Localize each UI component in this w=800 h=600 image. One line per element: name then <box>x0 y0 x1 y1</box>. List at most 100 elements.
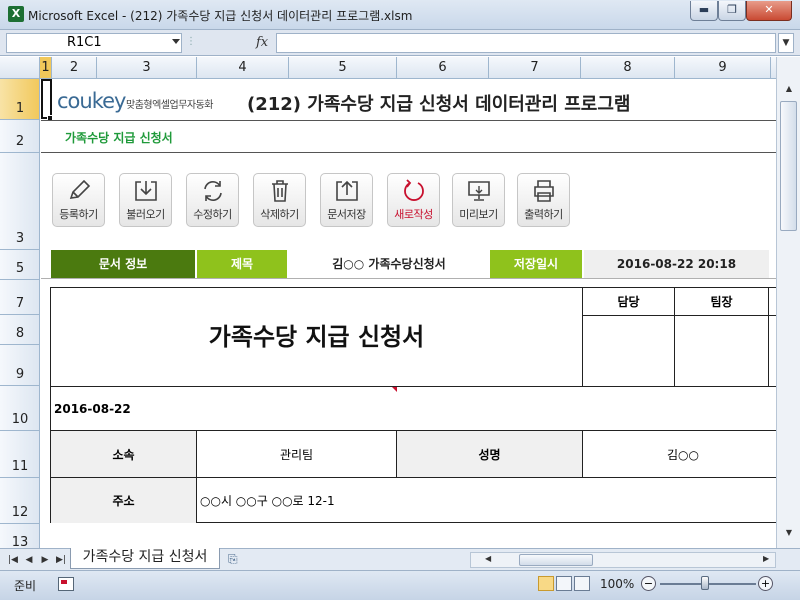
new-document-button[interactable]: 새로작성 <box>387 173 440 227</box>
prev-sheet-icon[interactable]: ◀ <box>22 553 36 567</box>
title-value[interactable]: 김○○ 가족수당신청서 <box>289 250 489 278</box>
row-header[interactable]: 2 <box>0 120 39 153</box>
form-date[interactable]: 2016-08-22 <box>51 386 776 431</box>
approval-box: 담당 팀장 <box>583 288 776 386</box>
vertical-scroll-thumb[interactable] <box>780 101 797 231</box>
row-header[interactable]: 9 <box>0 345 39 386</box>
approval-sign-staff[interactable] <box>583 316 675 386</box>
expand-formula-bar-icon[interactable]: ▼ <box>778 33 794 53</box>
form-row: 소속 관리팀 성명 김○○ <box>51 431 776 478</box>
column-header[interactable]: 5 <box>289 57 397 78</box>
worksheet-grid[interactable]: coukey 맞춤형엑셀업무자동화 (212) 가족수당 지급 신청서 데이터관… <box>41 79 776 548</box>
maximize-button[interactable]: ❐ <box>718 1 746 21</box>
dept-value[interactable]: 관리팀 <box>197 431 397 477</box>
horizontal-scrollbar[interactable]: ◀ ▶ <box>470 552 776 568</box>
insert-function-icon[interactable]: fx <box>256 35 268 50</box>
status-ready: 준비 <box>14 579 37 593</box>
save-document-button[interactable]: 문서저장 <box>320 173 373 227</box>
scroll-left-icon[interactable]: ◀ <box>485 554 491 563</box>
monitor-icon <box>468 181 490 201</box>
scroll-up-icon[interactable]: ▲ <box>781 81 797 97</box>
approval-sign-manager[interactable] <box>675 316 769 386</box>
register-button[interactable]: 등록하기 <box>52 173 105 227</box>
select-all-corner[interactable] <box>0 57 40 78</box>
normal-view-icon[interactable] <box>538 576 554 591</box>
row-header[interactable]: 3 <box>0 153 39 250</box>
name-box[interactable]: R1C1 <box>6 33 182 53</box>
pencil-icon <box>69 179 91 199</box>
page-layout-view-icon[interactable] <box>556 576 572 591</box>
doc-info-heading: 문서 정보 <box>51 250 195 278</box>
horizontal-scroll-thumb[interactable] <box>519 554 593 566</box>
column-header[interactable]: 7 <box>489 57 581 78</box>
delete-button[interactable]: 삭제하기 <box>253 173 306 227</box>
scroll-down-icon[interactable]: ▼ <box>781 525 797 541</box>
row-header[interactable]: 7 <box>0 280 39 315</box>
zoom-level[interactable]: 100% <box>600 577 634 591</box>
scroll-right-icon[interactable]: ▶ <box>763 554 769 563</box>
macro-record-icon[interactable] <box>58 577 74 591</box>
column-header[interactable]: 4 <box>197 57 289 78</box>
form-row: 주소 ○○시 ○○구 ○○로 12-1 <box>51 478 776 523</box>
address-value[interactable]: ○○시 ○○구 ○○로 12-1 <box>197 478 776 523</box>
name-value[interactable]: 김○○ <box>583 431 776 477</box>
preview-button[interactable]: 미리보기 <box>452 173 505 227</box>
sheet-subtitle: 가족수당 지급 신청서 <box>65 131 173 145</box>
button-label: 등록하기 <box>59 208 98 221</box>
next-sheet-icon[interactable]: ▶ <box>38 553 52 567</box>
column-header[interactable]: 9 <box>675 57 771 78</box>
last-sheet-icon[interactable]: ▶| <box>54 553 68 567</box>
approval-sign-extra[interactable] <box>769 316 776 386</box>
row-header[interactable]: 11 <box>0 431 39 478</box>
close-button[interactable]: ✕ <box>746 1 792 21</box>
button-label: 출력하기 <box>524 208 563 221</box>
brand-logo: coukey <box>57 89 126 113</box>
column-header[interactable]: 1 <box>40 57 52 78</box>
trash-icon <box>272 180 288 202</box>
row-header[interactable]: 8 <box>0 315 39 345</box>
active-cell-cursor[interactable] <box>41 79 52 119</box>
chevron-down-icon[interactable] <box>172 39 180 44</box>
excel-app-icon[interactable]: X <box>8 6 24 22</box>
formula-input[interactable] <box>276 33 776 53</box>
load-button[interactable]: 불러오기 <box>119 173 172 227</box>
window-title: Microsoft Excel - (212) 가족수당 지급 신청서 데이터관… <box>28 9 413 23</box>
button-label: 불러오기 <box>126 208 165 221</box>
new-doc-icon <box>404 179 424 201</box>
sheet-tab-active[interactable]: 가족수당 지급 신청서 <box>70 548 220 569</box>
refresh-icon <box>204 181 222 201</box>
title-label: 제목 <box>197 250 287 278</box>
zoom-in-icon[interactable]: + <box>758 576 773 591</box>
form-heading[interactable]: 가족수당 지급 신청서 <box>51 288 583 386</box>
divider <box>41 152 776 153</box>
saved-at-value[interactable]: 2016-08-22 20:18 <box>584 250 769 278</box>
minimize-button[interactable]: ▬ <box>690 1 718 21</box>
vertical-scrollbar[interactable]: ▲ ▼ <box>776 57 800 548</box>
row-header[interactable]: 13 <box>0 524 39 548</box>
insert-sheet-icon[interactable]: ⎘ <box>228 552 244 566</box>
zoom-slider-thumb[interactable] <box>701 576 709 590</box>
printer-icon <box>534 180 554 202</box>
column-headers: 1 2 3 4 5 6 7 8 9 <box>0 57 800 79</box>
dept-label: 소속 <box>51 431 197 477</box>
print-button[interactable]: 출력하기 <box>517 173 570 227</box>
program-title: (212) 가족수당 지급 신청서 데이터관리 프로그램 <box>247 94 631 115</box>
first-sheet-icon[interactable]: |◀ <box>6 553 20 567</box>
formula-bar-grip-icon: ⋮ <box>186 36 196 47</box>
button-label: 새로작성 <box>394 208 433 221</box>
row-header[interactable]: 10 <box>0 386 39 431</box>
row-header[interactable]: 5 <box>0 250 39 280</box>
page-break-view-icon[interactable] <box>574 576 590 591</box>
zoom-out-icon[interactable]: − <box>641 576 656 591</box>
column-header[interactable]: 8 <box>581 57 675 78</box>
column-header[interactable]: 2 <box>52 57 97 78</box>
status-bar: 준비 100% − + <box>0 570 800 600</box>
brand-tagline: 맞춤형엑셀업무자동화 <box>126 100 214 111</box>
column-header[interactable]: 3 <box>97 57 197 78</box>
row-header[interactable]: 1 <box>0 79 39 120</box>
column-header[interactable]: 6 <box>397 57 489 78</box>
edit-button[interactable]: 수정하기 <box>186 173 239 227</box>
row-header[interactable]: 12 <box>0 478 39 524</box>
saved-at-label: 저장일시 <box>490 250 582 278</box>
application-form: 가족수당 지급 신청서 담당 팀장 2016-08-22 소속 관리팀 성명 김… <box>50 287 776 523</box>
